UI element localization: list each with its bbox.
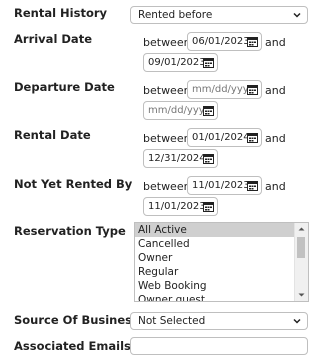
- rental-between-text: between: [143, 132, 191, 145]
- associated-emails-label: Associated Emails: [14, 339, 131, 353]
- reservation-type-option[interactable]: Web Booking: [135, 279, 308, 293]
- rental-and-text: and: [265, 132, 286, 145]
- not-yet-rented-from-value: 11/01/2023: [192, 180, 250, 191]
- not-yet-rented-and-text: and: [265, 180, 286, 193]
- not-yet-rented-by-label: Not Yet Rented By: [14, 177, 133, 191]
- scrollbar-thumb[interactable]: [297, 237, 305, 258]
- source-of-business-label: Source Of Business: [14, 313, 139, 327]
- reservation-type-option[interactable]: Owner: [135, 251, 308, 265]
- departure-between-text: between: [143, 84, 191, 97]
- arrival-date-to-input[interactable]: 09/01/2023: [143, 53, 218, 72]
- rental-date-to-value: 12/31/2024: [148, 153, 206, 164]
- departure-date-from-input[interactable]: mm/dd/yyyy: [187, 80, 262, 99]
- calendar-icon[interactable]: [247, 36, 258, 47]
- rental-history-label: Rental History: [14, 6, 108, 20]
- calendar-icon[interactable]: [247, 180, 258, 191]
- arrival-date-to-value: 09/01/2023: [148, 57, 206, 68]
- arrival-and-text: and: [265, 36, 286, 49]
- calendar-icon[interactable]: [247, 84, 258, 95]
- reservation-type-option[interactable]: All Active: [135, 223, 308, 237]
- reservation-type-label: Reservation Type: [14, 224, 126, 238]
- not-yet-rented-from-input[interactable]: 11/01/2023: [187, 176, 262, 195]
- reservation-type-listbox[interactable]: All Active Cancelled Owner Regular Web B…: [134, 222, 309, 302]
- calendar-icon[interactable]: [247, 132, 258, 143]
- departure-date-from-placeholder: mm/dd/yyyy: [192, 84, 255, 95]
- departure-date-to-placeholder: mm/dd/yyyy: [148, 105, 211, 116]
- rental-date-label: Rental Date: [14, 128, 91, 142]
- source-of-business-select[interactable]: Not Selected: [130, 312, 308, 330]
- associated-emails-input[interactable]: [130, 337, 308, 355]
- departure-and-text: and: [265, 84, 286, 97]
- chevron-down-icon: [293, 318, 301, 324]
- departure-date-label: Departure Date: [14, 80, 115, 94]
- rental-date-to-input[interactable]: 12/31/2024: [143, 149, 218, 168]
- arrival-date-from-input[interactable]: 06/01/2023: [187, 32, 262, 51]
- calendar-icon[interactable]: [203, 105, 214, 116]
- reservation-type-scrollbar[interactable]: [294, 223, 308, 301]
- departure-date-to-input[interactable]: mm/dd/yyyy: [143, 101, 218, 120]
- calendar-icon[interactable]: [203, 201, 214, 212]
- not-yet-rented-between-text: between: [143, 180, 191, 193]
- source-of-business-value: Not Selected: [138, 315, 206, 327]
- reservation-type-option[interactable]: Regular: [135, 265, 308, 279]
- calendar-icon[interactable]: [203, 57, 214, 68]
- not-yet-rented-to-value: 11/01/2023: [148, 201, 206, 212]
- arrival-date-label: Arrival Date: [14, 32, 92, 46]
- rental-date-from-input[interactable]: 01/01/2024: [187, 128, 262, 147]
- scroll-up-arrow-icon[interactable]: [295, 224, 308, 234]
- calendar-icon[interactable]: [203, 153, 214, 164]
- rental-history-value: Rented before: [138, 9, 213, 21]
- reservation-type-option[interactable]: Owner guest: [135, 293, 308, 301]
- arrival-date-from-value: 06/01/2023: [192, 36, 250, 47]
- not-yet-rented-to-input[interactable]: 11/01/2023: [143, 197, 218, 216]
- chevron-down-icon: [293, 12, 301, 18]
- scroll-down-arrow-icon[interactable]: [295, 290, 308, 300]
- rental-history-select[interactable]: Rented before: [130, 6, 308, 24]
- arrival-between-text: between: [143, 36, 191, 49]
- reservation-type-option[interactable]: Cancelled: [135, 237, 308, 251]
- rental-date-from-value: 01/01/2024: [192, 132, 250, 143]
